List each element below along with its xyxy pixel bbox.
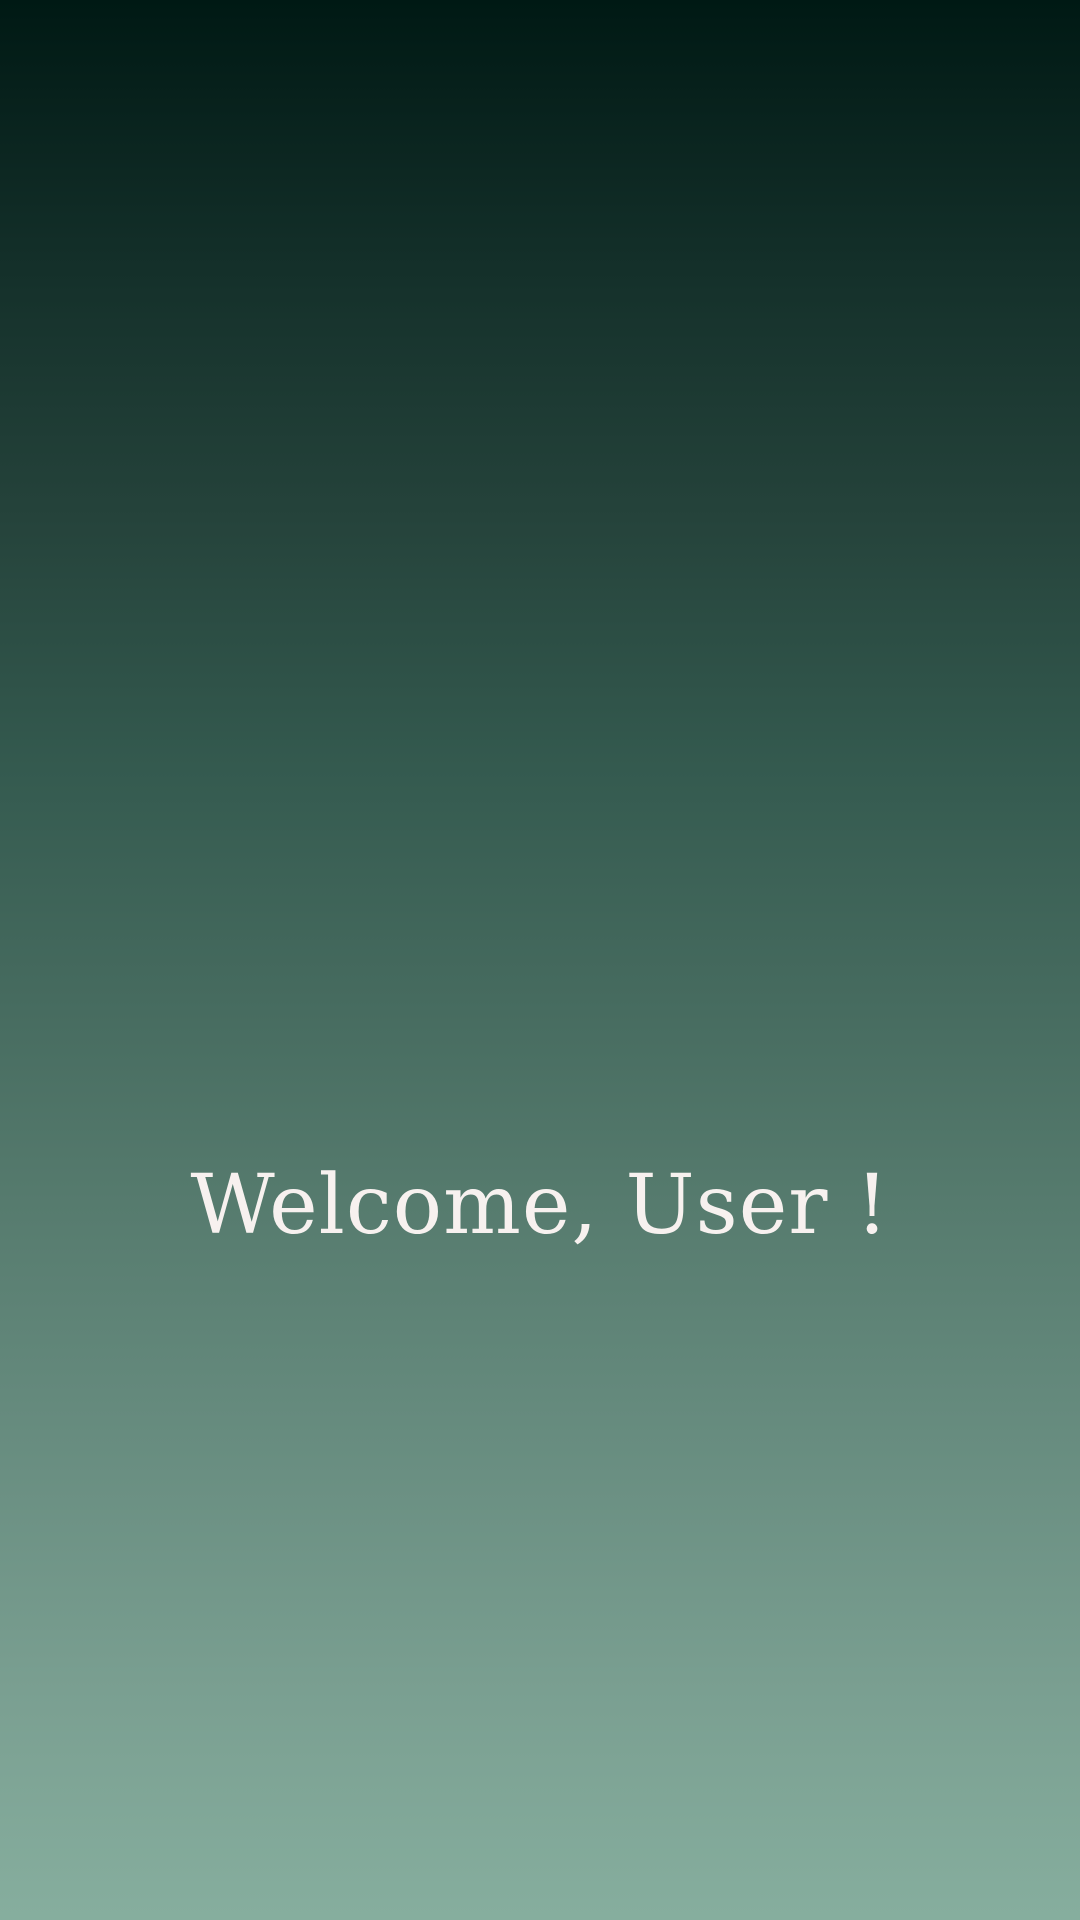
welcome-screen: Welcome, User ! [0,0,1080,1920]
welcome-message: Welcome, User ! [190,1158,890,1253]
